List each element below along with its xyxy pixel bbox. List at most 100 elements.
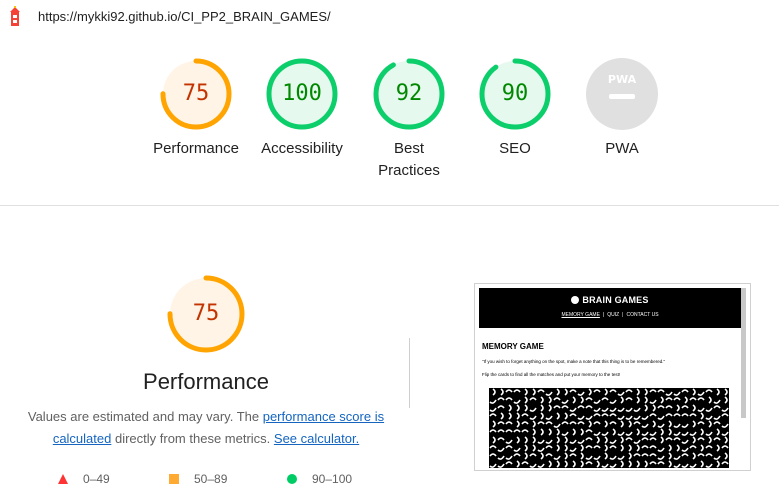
card-pattern-stroke [681,389,689,393]
card-pattern-stroke [705,431,713,436]
screenshot-scrollbar [741,288,746,418]
card-pattern-stroke [497,463,505,468]
card-pattern-stroke [668,452,672,460]
card-pattern-stroke [689,445,697,449]
card-pattern-stroke [516,460,520,468]
legend-label-fail: 0–49 [83,472,110,486]
card-pattern-stroke [580,452,584,460]
page-screenshot[interactable]: BRAIN GAMES MEMORY GAME | QUIZ | CONTACT US … [474,283,751,471]
gauge-accessibility[interactable]: 100 Accessibility [242,56,362,160]
gauge-pwa[interactable]: PWA PWA [562,56,682,160]
card-pattern-stroke [529,407,537,412]
circle-icon [287,474,297,484]
card-pattern-stroke [708,436,712,444]
card-pattern-stroke [585,437,593,441]
gauge-performance-label: Performance [153,140,239,157]
card-pattern-stroke [524,436,528,444]
card-pattern-stroke [556,388,560,396]
card-pattern-stroke [708,396,712,404]
card-pattern-stroke [553,423,561,428]
card-pattern-stroke [572,396,576,404]
card-pattern-stroke [593,421,601,425]
card-pattern-stroke [697,421,705,425]
card-pattern-stroke [564,388,568,396]
card-pattern-stroke [617,391,625,396]
card-pattern-stroke [625,397,633,401]
card-pattern-stroke [681,413,689,417]
card-pattern-stroke [561,431,569,436]
screenshot-brand: BRAIN GAMES [479,295,741,305]
card-pattern-stroke [540,412,544,420]
card-pattern-stroke [673,397,681,401]
card-pattern-stroke [569,413,577,417]
gauge-seo-score: 90 [501,81,529,106]
card-pattern-stroke [633,453,641,457]
gauge-best-practices[interactable]: 92 Best Practices [349,56,469,182]
card-pattern-stroke [716,428,720,436]
gauge-seo[interactable]: 90 SEO [455,56,575,160]
pwa-badge-icon: PWA [586,58,658,130]
legend-label-average: 50–89 [194,472,228,486]
card-pattern-stroke [660,428,664,436]
card-pattern-stroke [697,437,705,441]
card-pattern-stroke [524,452,528,460]
card-pattern-stroke [721,431,729,436]
card-pattern-stroke [609,455,617,460]
card-pattern-stroke [540,404,544,412]
card-pattern-stroke [657,405,665,409]
gauge-pwa-label: PWA [605,140,639,157]
card-pattern-stroke [689,397,697,401]
card-pattern-stroke [628,452,632,460]
card-pattern-stroke [700,412,704,420]
card-pattern-stroke [649,413,657,417]
card-pattern-stroke [633,439,641,444]
card-pattern-stroke [652,404,656,412]
card-pattern-stroke [628,420,632,428]
card-pattern-stroke [641,445,649,449]
performance-gauge: 75 [146,272,266,362]
card-pattern-stroke [636,428,640,436]
card-pattern-stroke [708,420,712,428]
card-pattern-stroke [593,431,601,436]
card-pattern-stroke [665,413,673,417]
legend-label-pass: 90–100 [312,472,353,486]
card-pattern-stroke [692,452,696,460]
card-pattern-stroke [705,415,713,420]
card-pattern-stroke [617,431,625,436]
card-pattern-stroke [537,463,545,468]
card-pattern-stroke [548,404,552,412]
card-pattern-stroke [697,453,705,457]
card-pattern-stroke [585,429,593,433]
card-pattern-stroke [500,388,504,396]
gauge-best-practices-label: Best Practices [378,140,440,179]
card-pattern-stroke [545,439,553,444]
card-pattern-stroke [692,388,696,396]
vertical-divider [409,338,410,408]
card-pattern-stroke [681,453,689,457]
card-pattern-stroke [513,453,521,457]
card-pattern-stroke [564,436,568,444]
page-url[interactable]: https://mykki92.github.io/CI_PP2_BRAIN_G… [38,9,331,24]
card-pattern-stroke [489,463,497,468]
card-pattern-stroke [505,389,513,393]
card-pattern-stroke [713,405,721,409]
card-pattern-stroke [516,404,520,412]
card-pattern-stroke [673,423,681,428]
see-calculator-link[interactable]: See calculator. [274,431,359,446]
card-pattern-stroke [636,388,640,396]
pwa-badge-text: PWA [608,73,637,86]
card-pattern-stroke [705,389,713,393]
card-pattern-stroke [508,412,512,420]
card-pattern-stroke [705,463,713,468]
gauge-performance[interactable]: 75 Performance [136,56,256,160]
card-pattern-stroke [497,405,505,409]
card-pattern-stroke [524,444,528,452]
card-pattern-stroke [649,389,657,393]
card-pattern-stroke [489,429,497,433]
card-pattern-stroke [620,420,624,428]
card-pattern-stroke [665,391,673,396]
card-pattern-stroke [665,437,673,441]
card-pattern-stroke [497,455,505,460]
card-pattern-stroke [545,453,553,457]
card-pattern-stroke [513,429,521,433]
